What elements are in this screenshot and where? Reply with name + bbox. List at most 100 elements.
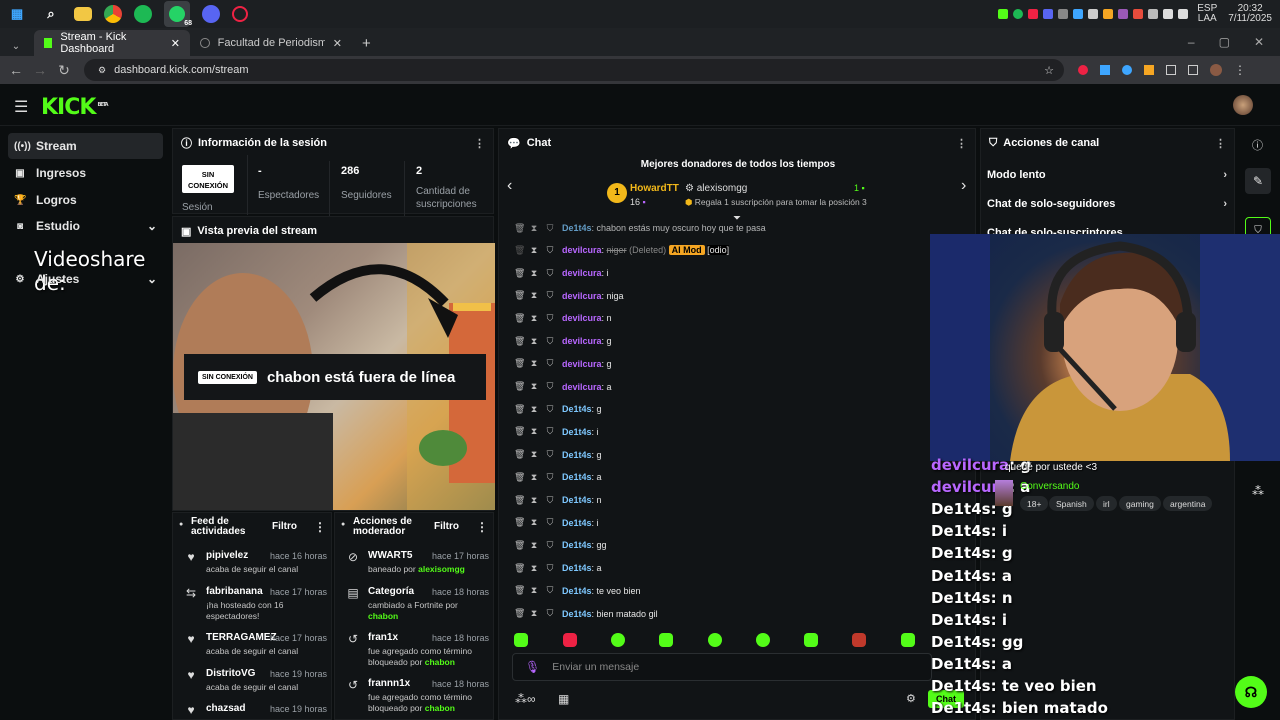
delete-icon[interactable]: 🗑	[514, 426, 525, 437]
info-icon[interactable]: ⓘ	[1252, 137, 1263, 153]
tag-chip[interactable]: 18+	[1020, 496, 1049, 511]
timeout-icon[interactable]: ⧗	[530, 540, 538, 551]
moderator-name[interactable]: alexisomgg	[418, 564, 465, 574]
emote-icon[interactable]	[659, 633, 673, 647]
delete-icon[interactable]: 🗑	[514, 268, 525, 279]
share-icon[interactable]: ⁂	[1252, 484, 1264, 498]
timeout-icon[interactable]: ⧗	[530, 336, 538, 347]
chat-username[interactable]: De1t4s	[562, 518, 592, 528]
emote-icon[interactable]	[514, 633, 528, 647]
timeout-icon[interactable]: ⧗	[530, 404, 538, 415]
ban-icon[interactable]: ⛉	[546, 245, 554, 256]
ban-icon[interactable]: ⛉	[546, 268, 554, 279]
chat-username[interactable]: devilcura	[562, 359, 602, 369]
timeout-icon[interactable]: ⧗	[530, 290, 538, 301]
kebab-icon[interactable]: ⋮	[474, 137, 485, 150]
delete-icon[interactable]: 🗑	[514, 223, 525, 234]
tray-icon[interactable]	[1058, 9, 1069, 19]
ban-icon[interactable]: ⛉	[546, 358, 554, 369]
language-indicator[interactable]: ESP LAA	[1197, 4, 1217, 24]
ban-icon[interactable]: ⛉	[546, 381, 554, 392]
chat-username[interactable]: devilcura	[562, 268, 602, 278]
whatsapp-icon[interactable]: 68	[164, 1, 192, 27]
chat-username[interactable]: devilcura	[562, 382, 602, 392]
kebab-icon[interactable]: ⋮	[956, 137, 967, 150]
moderator-name[interactable]: chabon	[368, 611, 398, 621]
emote-icon[interactable]	[563, 633, 577, 647]
sidebar-item-estudio[interactable]: ◙ Estudio ⌄	[8, 213, 163, 239]
delete-icon[interactable]: 🗑	[514, 585, 525, 596]
kick-logo[interactable]: KICK BETA	[41, 95, 109, 120]
chat-username[interactable]: devilcura	[562, 313, 602, 323]
emote-icon[interactable]	[611, 633, 625, 647]
followers-only-row[interactable]: Chat de solo-seguidores ›	[987, 194, 1227, 214]
delete-icon[interactable]: 🗑	[514, 472, 525, 483]
chat-username[interactable]: De1t4s	[562, 540, 592, 550]
tray-icon[interactable]	[998, 9, 1009, 19]
ban-icon[interactable]: ⛉	[546, 517, 554, 528]
slow-mode-row[interactable]: Modo lento ›	[987, 165, 1227, 185]
new-tab-button[interactable]: +	[352, 30, 381, 56]
timeout-icon[interactable]: ⧗	[530, 381, 538, 392]
sidebar-item-ajustes[interactable]: ⚙ Ajustes ⌄	[8, 266, 163, 292]
ban-icon[interactable]: ⛉	[546, 426, 554, 437]
tag-chip[interactable]: gaming	[1119, 496, 1161, 511]
tray-icon[interactable]	[1043, 9, 1054, 19]
tray-icon[interactable]	[1133, 9, 1144, 19]
mic-icon[interactable]: 🎙	[525, 660, 540, 674]
timeout-icon[interactable]: ⧗	[530, 245, 538, 256]
tab-search-icon[interactable]: ⌄	[4, 41, 28, 52]
emote-icon[interactable]	[852, 633, 866, 647]
delete-icon[interactable]: 🗑	[514, 404, 525, 415]
tray-icon[interactable]	[1148, 9, 1159, 19]
tray-icon[interactable]	[1088, 9, 1099, 19]
top-donor-name[interactable]: HowardTT	[630, 183, 679, 194]
chat-username[interactable]: De1t4s	[562, 450, 592, 460]
delete-icon[interactable]: 🗑	[514, 290, 525, 301]
chat-input[interactable]: 🎙 Enviar un mensaje	[512, 653, 932, 681]
tray-icon[interactable]	[1073, 9, 1084, 19]
timeout-icon[interactable]: ⧗	[530, 449, 538, 460]
ban-icon[interactable]: ⛉	[546, 472, 554, 483]
category-thumbnail[interactable]	[995, 480, 1013, 506]
spotify-icon[interactable]	[134, 5, 152, 23]
tag-chip[interactable]: irl	[1096, 496, 1117, 511]
timeout-icon[interactable]: ⧗	[530, 608, 538, 619]
emote-icon[interactable]	[756, 633, 770, 647]
edit-icon[interactable]: ✎	[1245, 168, 1271, 194]
extension-icon[interactable]	[1122, 65, 1132, 75]
timeout-icon[interactable]: ⧗	[530, 268, 538, 279]
delete-icon[interactable]: 🗑	[514, 358, 525, 369]
ban-icon[interactable]: ⛉	[546, 563, 554, 574]
tray-icon[interactable]	[1103, 9, 1114, 19]
timeout-icon[interactable]: ⧗	[530, 223, 538, 234]
site-info-icon[interactable]: ⚙	[98, 65, 106, 76]
maximize-icon[interactable]: ▢	[1219, 35, 1230, 49]
chat-username[interactable]: De1t4s	[562, 427, 592, 437]
forward-icon[interactable]: →	[28, 62, 52, 78]
timeout-icon[interactable]: ⧗	[530, 563, 538, 574]
ban-icon[interactable]: ⛉	[546, 608, 554, 619]
profile-avatar[interactable]	[1210, 64, 1222, 76]
delete-icon[interactable]: 🗑	[514, 449, 525, 460]
browser-tab[interactable]: Facultad de Periodismo - ¡En Vi ✕	[190, 30, 352, 56]
chat-username[interactable]: De1t4s	[562, 586, 592, 596]
delete-icon[interactable]: 🗑	[514, 540, 525, 551]
chat-username[interactable]: De1t4s	[562, 563, 592, 573]
tag-chip[interactable]: argentina	[1163, 496, 1213, 511]
reload-icon[interactable]: ↻	[52, 62, 76, 79]
chat-username[interactable]: devilcura	[562, 291, 602, 301]
tray-icon[interactable]	[1013, 9, 1024, 19]
chat-username[interactable]: De1t4s	[562, 404, 592, 414]
timeout-icon[interactable]: ⧗	[530, 495, 538, 506]
store-icon[interactable]: ▦	[558, 692, 569, 706]
windows-icon[interactable]: ▦	[6, 3, 28, 25]
kebab-icon[interactable]: ⋮	[1215, 137, 1226, 150]
discord-icon[interactable]	[202, 5, 220, 23]
bookmark-icon[interactable]: ☆	[1044, 64, 1054, 77]
kebab-icon[interactable]: ⋮	[476, 520, 488, 534]
chat-username[interactable]: De1t4s	[562, 472, 592, 482]
user-avatar[interactable]	[1233, 95, 1253, 115]
ban-icon[interactable]: ⛉	[546, 404, 554, 415]
chevron-left-icon[interactable]: ‹	[507, 177, 512, 195]
